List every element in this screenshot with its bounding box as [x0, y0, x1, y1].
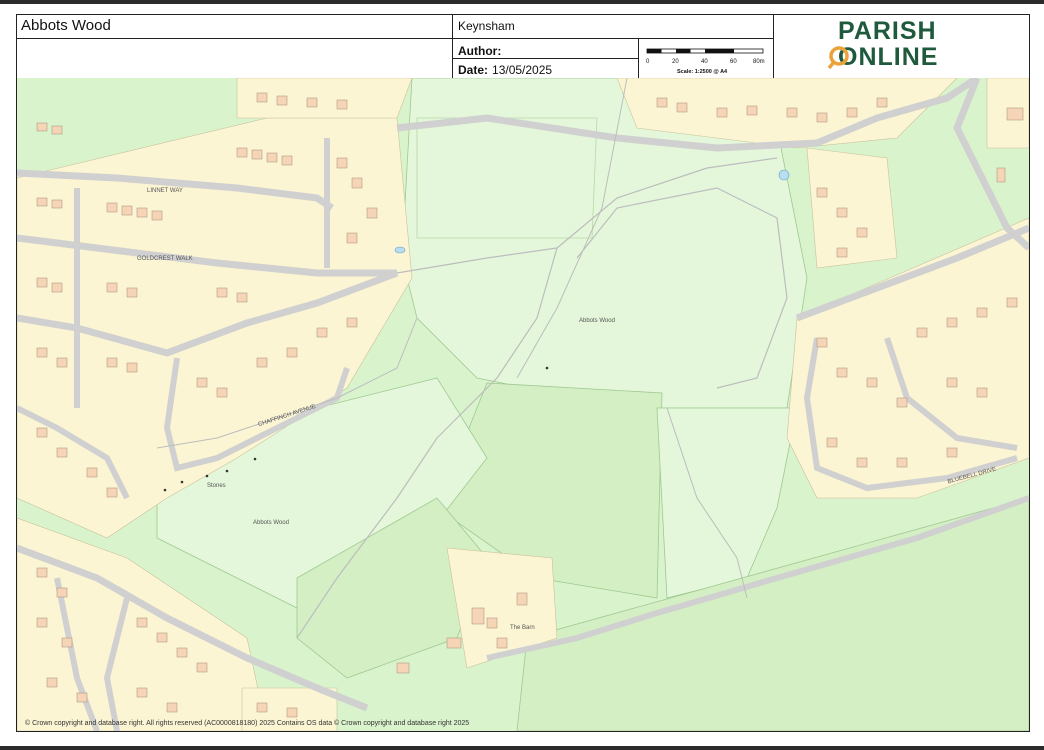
pond	[394, 246, 406, 254]
date-cell: Date: 13/05/2025	[453, 59, 639, 78]
map-pin-icon	[827, 46, 849, 70]
scale-caption: Scale: 1:2500 @ A4	[677, 69, 728, 75]
author-cell: Author:	[453, 39, 639, 59]
pond	[778, 169, 790, 181]
location-text: Keynsham	[458, 19, 515, 33]
author-label: Author:	[458, 44, 502, 58]
date-label: Date:	[458, 63, 489, 77]
map-view[interactable]: Abbots Wood Abbots Wood LINNET WAY GOLDC…	[17, 78, 1029, 731]
logo-line-1: PARISH	[838, 17, 937, 45]
map-sheet: Abbots Wood Keynsham Author: Date: 13/05/…	[16, 14, 1030, 732]
parish-online-logo: PARISH ONLINE	[774, 15, 1029, 78]
scale-tick-20: 20	[672, 59, 679, 65]
copyright-notice: © Crown copyright and database right. Al…	[25, 720, 470, 727]
map-label-wood-north: Abbots Wood	[579, 318, 615, 324]
title-blank-cell	[17, 39, 453, 78]
scale-tick-40: 40	[701, 59, 708, 65]
title-block: Abbots Wood Keynsham Author: Date: 13/05/…	[17, 15, 1029, 79]
woodland-parcel	[416, 117, 598, 239]
map-canvas	[17, 78, 1029, 731]
map-label-stones: Stones	[207, 483, 226, 489]
scale-bar: 0 20 40 60 80m Scale: 1:2500 @ A4	[639, 39, 774, 78]
bottom-border	[0, 746, 1044, 750]
title-cell: Abbots Wood	[17, 15, 453, 39]
map-title: Abbots Wood	[21, 17, 111, 34]
top-border	[0, 0, 1044, 4]
map-label-goldcrest-walk: GOLDCREST WALK	[137, 256, 193, 262]
scale-tick-0: 0	[646, 59, 650, 65]
location-cell: Keynsham	[453, 15, 774, 39]
map-label-wood-south: Abbots Wood	[253, 520, 289, 526]
scale-tick-60: 60	[730, 59, 737, 65]
date-value: 13/05/2025	[492, 63, 553, 77]
map-label-linnet-way: LINNET WAY	[147, 188, 183, 194]
scale-bar-graphic: 0 20 40 60 80m Scale: 1:2500 @ A4	[646, 48, 765, 75]
map-label-the-barn: The Barn	[510, 625, 535, 631]
scale-tick-80: 80m	[753, 59, 765, 65]
residential-area	[806, 147, 898, 269]
